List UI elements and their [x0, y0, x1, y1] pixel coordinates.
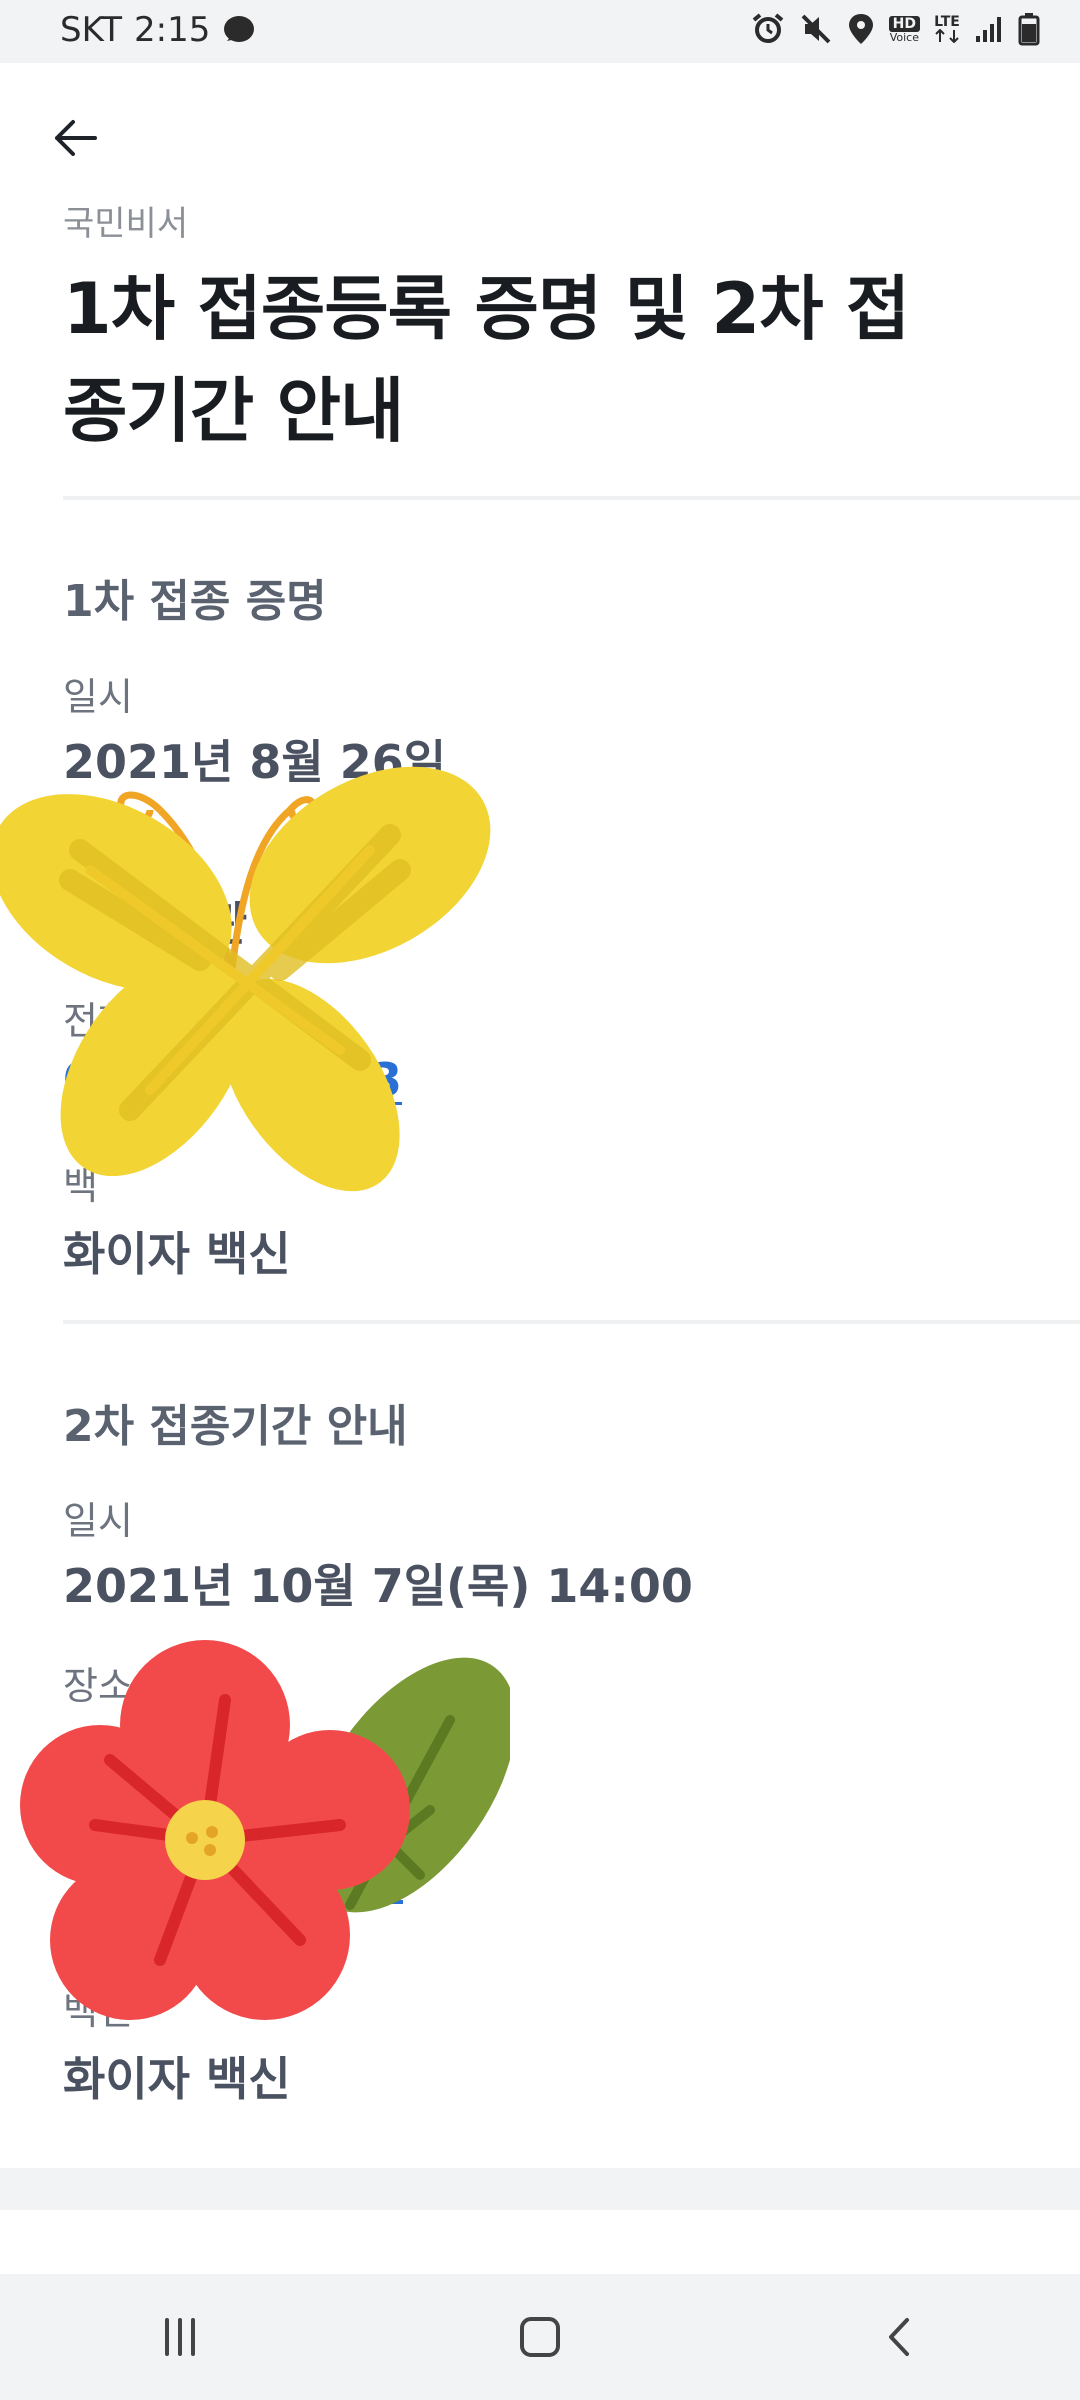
home-icon: [520, 2317, 560, 2357]
signal-icon: [976, 17, 1001, 42]
alarm-icon: [752, 13, 783, 43]
second-date-value: 2021년 10월 7일(목) 14:00: [63, 1559, 693, 1613]
back-button[interactable]: [40, 103, 110, 173]
chat-bubble-icon: [224, 16, 255, 42]
voice-label: Voice: [889, 30, 919, 44]
chevron-left-icon: [889, 2318, 909, 2356]
status-left: SKT 2:15: [60, 10, 256, 50]
message-title: 1차 접종등록 증명 및 2차 접종기간 안내: [63, 268, 910, 452]
hd-voice-icon: HD Voice: [888, 15, 920, 44]
lte-icon: LTE: [934, 15, 960, 43]
status-right: HD Voice LTE: [751, 12, 1040, 46]
lte-label: LTE: [934, 14, 960, 30]
first-dose-title: 1차 접종 증명: [63, 576, 327, 627]
recent-apps-icon: [165, 2318, 195, 2356]
status-bar: SKT 2:15 HD Voice LTE: [0, 0, 1080, 63]
divider-middle: [63, 1320, 1080, 1324]
battery-icon: [1018, 13, 1040, 46]
sender-name: 국민비서: [63, 204, 189, 244]
home-button[interactable]: [480, 2287, 600, 2387]
location-icon: [848, 14, 873, 44]
recent-apps-button[interactable]: [120, 2287, 240, 2387]
butterfly-sticker[interactable]: [0, 730, 500, 1230]
carrier-label: SKT: [60, 10, 123, 50]
divider-top: [63, 496, 1080, 500]
second-dose-title: 2차 접종기간 안내: [63, 1401, 408, 1452]
second-date-label: 일시: [63, 1499, 133, 1543]
second-vaccine-value: 화이자 백신: [63, 2052, 291, 2106]
hd-label: HD: [888, 15, 920, 32]
next-card-edge: [0, 2210, 1080, 2274]
system-navigation-bar: [0, 2274, 1080, 2400]
first-date-label: 일시: [63, 675, 133, 719]
flower-sticker[interactable]: [20, 1640, 510, 2030]
mute-icon: [801, 14, 831, 44]
clock: 2:15: [134, 10, 211, 50]
section-gap: [0, 2168, 1080, 2210]
data-arrows-icon: [935, 29, 959, 43]
nav-back-button[interactable]: [840, 2287, 960, 2387]
arrow-left-icon: [55, 120, 97, 156]
